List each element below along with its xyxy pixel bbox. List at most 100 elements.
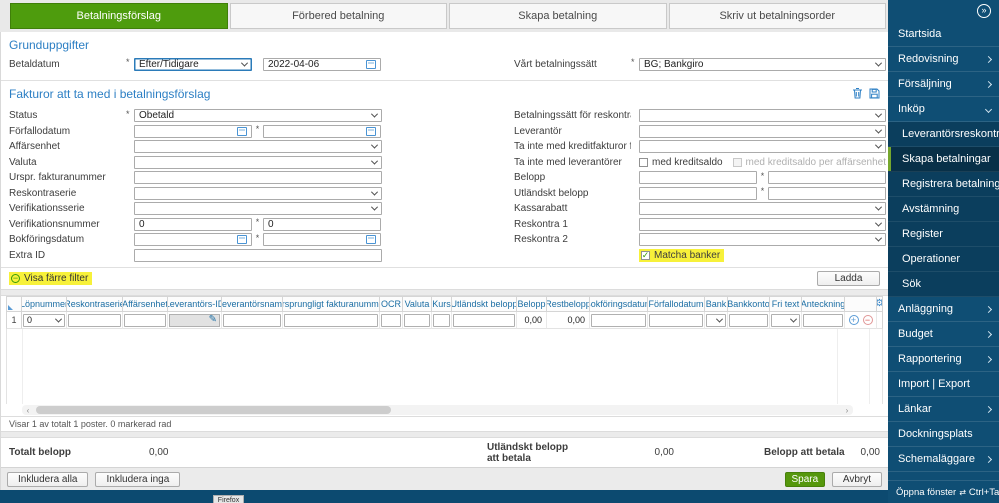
utlandskt-belopp-to-input[interactable] bbox=[768, 187, 886, 200]
sidebar-item-inkop[interactable]: Inköp bbox=[888, 97, 999, 122]
calendar-icon[interactable] bbox=[366, 127, 376, 136]
ladda-button[interactable]: Ladda bbox=[817, 271, 880, 286]
anteckning-cell[interactable] bbox=[803, 314, 843, 327]
scroll-left-icon[interactable]: ‹ bbox=[22, 406, 34, 415]
show-fewer-filters-link[interactable]: − Visa färre filter bbox=[9, 272, 92, 285]
select-all-header-cell[interactable] bbox=[6, 296, 22, 312]
urspr-fakturanummer-input[interactable] bbox=[134, 171, 382, 184]
calendar-icon[interactable] bbox=[366, 60, 376, 69]
sidebar-item-import-export[interactable]: Import | Export bbox=[888, 372, 999, 397]
calendar-icon[interactable] bbox=[237, 127, 247, 136]
sidebar-item-lankar[interactable]: Länkar bbox=[888, 397, 999, 422]
belopp-to-input[interactable] bbox=[768, 171, 886, 184]
bokforingsdatum-from-input[interactable] bbox=[134, 233, 252, 246]
sidebar-item-redovisning[interactable]: Redovisning bbox=[888, 47, 999, 72]
sidebar-item-register[interactable]: Register bbox=[888, 222, 999, 247]
belopp-from-input[interactable] bbox=[639, 171, 757, 184]
sidebar-item-operationer[interactable]: Operationer bbox=[888, 247, 999, 272]
bank-cell-select[interactable] bbox=[706, 314, 726, 327]
sidebar-item-avstamning[interactable]: Avstämning bbox=[888, 197, 999, 222]
sidebar-item-anlaggning[interactable]: Anläggning bbox=[888, 297, 999, 322]
tab-skapa-betalning[interactable]: Skapa betalning bbox=[449, 3, 667, 29]
forfallodatum-from-input[interactable] bbox=[134, 125, 252, 138]
sidebar-item-schemalaggare[interactable]: Schemaläggare bbox=[888, 447, 999, 472]
ta-inte-med-kreditfakturor-label: Ta inte med kreditfakturor för bbox=[514, 141, 631, 152]
reskontra1-select[interactable] bbox=[639, 218, 886, 231]
valuta-cell[interactable] bbox=[404, 314, 430, 327]
pencil-icon[interactable]: ✎ bbox=[209, 315, 217, 325]
calendar-icon[interactable] bbox=[366, 235, 376, 244]
status-select[interactable]: Obetald bbox=[134, 109, 382, 122]
chevron-down-icon bbox=[371, 111, 378, 118]
sidebar-item-leverantorsreskontra[interactable]: Leverantörsreskontra bbox=[888, 122, 999, 147]
sidebar-item-dockningsplats[interactable]: Dockningsplats bbox=[888, 422, 999, 447]
include-all-button[interactable]: Inkludera alla bbox=[7, 472, 88, 487]
forfallodatum-cell[interactable] bbox=[649, 314, 703, 327]
betaldatum-date-input[interactable]: 2022-04-06 bbox=[263, 58, 381, 71]
leverantors-id-cell[interactable]: ✎ bbox=[169, 314, 220, 327]
calendar-icon[interactable] bbox=[237, 235, 247, 244]
verifikationsnummer-from-input[interactable]: 0 bbox=[134, 218, 252, 231]
kassarabatt-select[interactable] bbox=[639, 202, 886, 215]
sidebar-item-sok[interactable]: Sök bbox=[888, 272, 999, 297]
valuta-select[interactable] bbox=[134, 156, 382, 169]
bokforingsdatum-cell[interactable] bbox=[591, 314, 646, 327]
sidebar-collapse-icon[interactable]: » bbox=[977, 4, 991, 18]
affarsenhet-cell[interactable] bbox=[124, 314, 166, 327]
chevron-down-icon bbox=[875, 142, 882, 149]
chevron-right-icon bbox=[985, 330, 992, 337]
chevron-down-icon bbox=[985, 105, 992, 112]
affarsenhet-select[interactable] bbox=[134, 140, 382, 153]
kurs-cell[interactable] bbox=[433, 314, 450, 327]
matcha-banker-checkbox[interactable]: ✓ bbox=[641, 251, 650, 260]
gear-icon[interactable]: ⚙ bbox=[877, 299, 883, 309]
verifikationsnummer-to-input[interactable]: 0 bbox=[263, 218, 381, 231]
utlandskt-belopp-from-input[interactable] bbox=[639, 187, 757, 200]
scrollbar-thumb[interactable] bbox=[36, 406, 391, 414]
sidebar-item-budget[interactable]: Budget bbox=[888, 322, 999, 347]
horizontal-scrollbar[interactable]: ‹ › bbox=[22, 405, 853, 415]
payment-method-select[interactable]: BG; Bankgiro bbox=[639, 58, 886, 71]
row-number[interactable]: 1 bbox=[6, 312, 22, 329]
forfallodatum-to-input[interactable] bbox=[263, 125, 381, 138]
sidebar-item-skapa-betalningar[interactable]: Skapa betalningar bbox=[888, 147, 999, 172]
tab-betalningsforslag[interactable]: Betalningsförslag bbox=[10, 3, 228, 29]
sidebar-item-startsida[interactable]: Startsida bbox=[888, 22, 999, 47]
include-none-button[interactable]: Inkludera inga bbox=[95, 472, 180, 487]
scroll-right-icon[interactable]: › bbox=[841, 406, 853, 415]
bankkonto-cell[interactable] bbox=[729, 314, 768, 327]
lopnummer-cell-select[interactable]: 0 bbox=[23, 314, 65, 327]
delete-filter-icon[interactable] bbox=[852, 86, 863, 104]
reskontraserie-select[interactable] bbox=[134, 187, 382, 200]
sidebar-item-registrera-betalningar[interactable]: Registrera betalningar bbox=[888, 172, 999, 197]
grid-settings-cell[interactable]: ⚙ bbox=[877, 296, 883, 312]
delete-row-icon[interactable]: − bbox=[863, 315, 873, 325]
leverantor-select[interactable] bbox=[639, 125, 886, 138]
sidebar-item-forsaljning[interactable]: Försäljning bbox=[888, 72, 999, 97]
chevron-right-icon bbox=[985, 305, 992, 312]
fri-text-cell-select[interactable] bbox=[771, 314, 800, 327]
sidebar-item-oppna-fonster[interactable]: Öppna fönster ⇄ Ctrl+Tab bbox=[888, 480, 999, 503]
ta-inte-med-kreditfakturor-select[interactable] bbox=[639, 140, 886, 153]
ocr-cell[interactable] bbox=[381, 314, 401, 327]
betaldatum-mode-select[interactable]: Efter/Tidigare bbox=[134, 58, 252, 71]
reskontraserie-cell[interactable] bbox=[68, 314, 121, 327]
bokforingsdatum-to-input[interactable] bbox=[263, 233, 381, 246]
taskbar-app-button[interactable]: Firefox bbox=[213, 495, 244, 503]
betalningssatt-reskontrapost-select[interactable] bbox=[639, 109, 886, 122]
save-button[interactable]: Spara bbox=[785, 472, 825, 487]
save-filter-icon[interactable] bbox=[869, 86, 880, 104]
sidebar-item-rapportering[interactable]: Rapportering bbox=[888, 347, 999, 372]
ursprungligt-fakturanummer-cell[interactable] bbox=[284, 314, 378, 327]
utlandskt-belopp-cell[interactable] bbox=[453, 314, 515, 327]
tab-forbered-betalning[interactable]: Förbered betalning bbox=[230, 3, 448, 29]
extra-id-input[interactable] bbox=[134, 249, 382, 262]
verifikationsserie-select[interactable] bbox=[134, 202, 382, 215]
leverantorsnamn-cell[interactable] bbox=[223, 314, 281, 327]
required-marker: * bbox=[126, 57, 134, 67]
med-kreditsaldo-checkbox[interactable] bbox=[639, 158, 648, 167]
reskontra2-select[interactable] bbox=[639, 233, 886, 246]
cancel-button[interactable]: Avbryt bbox=[832, 472, 882, 487]
tab-skriv-ut-betalningsorder[interactable]: Skriv ut betalningsorder bbox=[669, 3, 887, 29]
add-row-icon[interactable]: + bbox=[849, 315, 859, 325]
